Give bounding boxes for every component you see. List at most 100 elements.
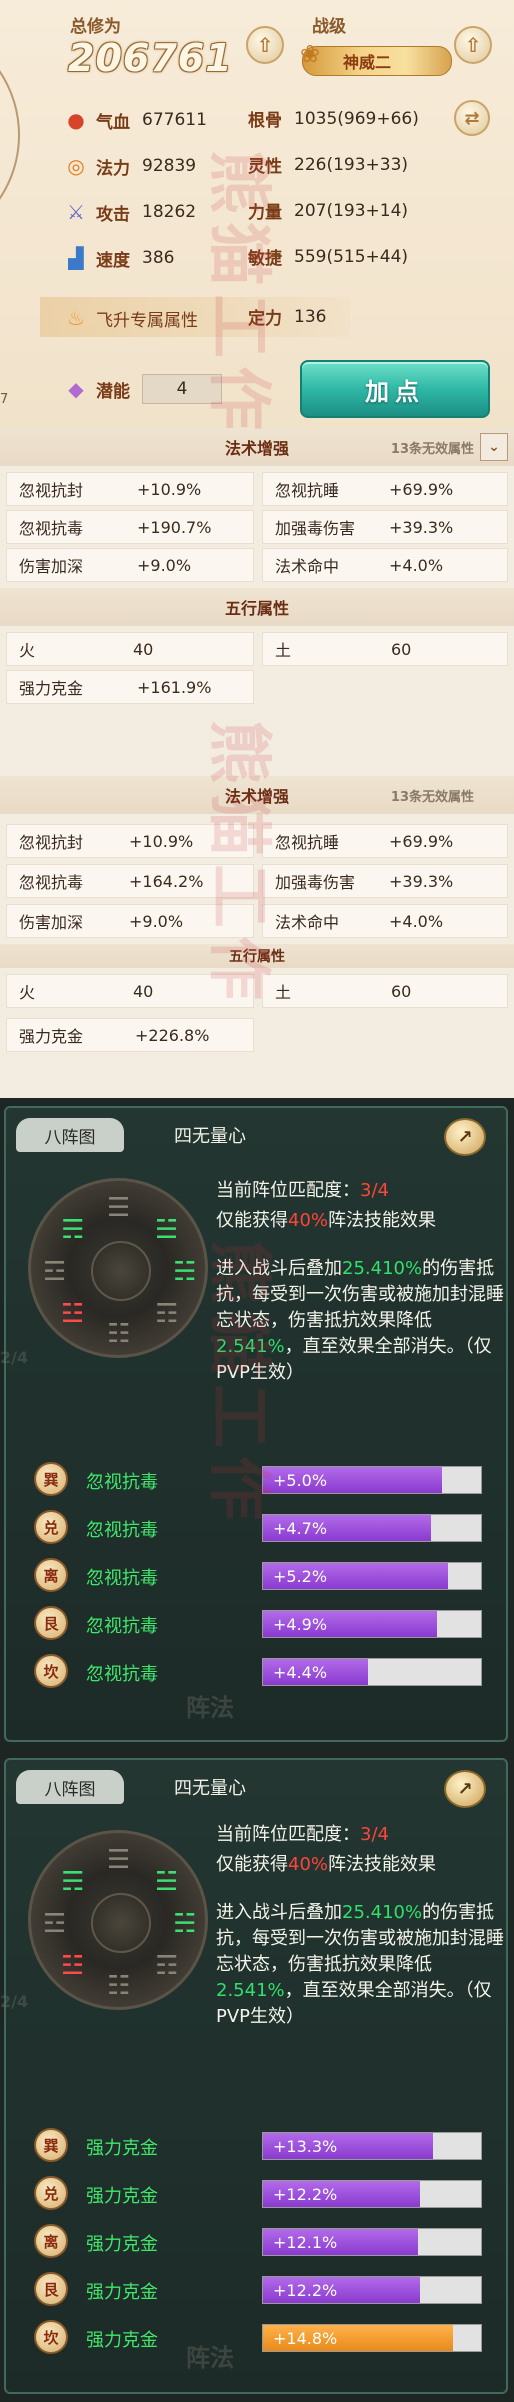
match-value: 3/4 — [360, 1180, 389, 1201]
share-button[interactable]: ↗ — [444, 1118, 486, 1156]
stat-value: 1035(969+66) — [294, 108, 419, 129]
potential-row: ◆ 潜能 4 — [62, 374, 222, 404]
stat-row-willpower: 定力 136 — [248, 304, 326, 330]
share-button[interactable]: ↗ — [444, 1770, 486, 1808]
trigram-icon: ☵ — [173, 1909, 197, 1939]
attr-key: 强力克金 — [19, 679, 84, 698]
stat-value: 386 — [142, 248, 175, 268]
upgrade-cultivation-button[interactable]: ⇧ — [246, 26, 284, 64]
trigram-icon: ☵ — [173, 1257, 197, 1287]
row-attr-name: 强力克金 — [86, 2282, 158, 2303]
bagua-core — [91, 1241, 151, 1301]
effect-pct: 40% — [288, 1854, 329, 1875]
share-arrow-icon: ↗ — [457, 1778, 473, 1800]
progress-text: +4.9% — [273, 1615, 328, 1634]
blood-drop-icon: ● — [67, 108, 85, 132]
match-degree-line: 当前阵位匹配度：3/4 — [216, 1178, 506, 1204]
attr-cell: 强力克金 +226.8% — [6, 1018, 254, 1052]
flame-icon: ♨ — [67, 306, 85, 330]
attr-value: +10.9% — [137, 479, 202, 499]
arrow-up-icon: ⇧ — [256, 33, 274, 57]
attr-value: +10.9% — [129, 831, 194, 851]
attr-value: +9.0% — [129, 911, 184, 931]
attr-key: 忽视抗封 — [19, 481, 84, 500]
formation-row: 兑强力克金 +12.2% — [34, 2174, 484, 2214]
character-stats-panel: 7 总修为 206761 ⇧ 战级 神威二 ❀ ⇧ ⇄ ● 气血 677611 … — [0, 0, 514, 428]
match-label: 当前阵位匹配度： — [216, 1180, 360, 1201]
add-points-button[interactable]: 加点 — [300, 360, 490, 418]
potential-label: 潜能 — [96, 381, 130, 402]
row-attr-name: 忽视抗毒 — [86, 1520, 158, 1541]
stat-row-agility: 敏捷 559(515+44) — [248, 244, 408, 270]
attr-key: 忽视抗睡 — [275, 833, 340, 852]
trigram-seal-icon: 艮 — [34, 1606, 68, 1640]
trigram-icon: ☲ — [43, 1257, 67, 1287]
attr-value: +4.0% — [389, 911, 444, 931]
five-elements-header: 五行属性 — [0, 944, 514, 968]
formation-row: 离忽视抗毒 +5.2% — [34, 1556, 484, 1596]
progress-bar: +13.3% — [262, 2132, 482, 2160]
stat-row-attack: ⚔ 攻击 18262 — [62, 198, 196, 226]
stat-row-ascension[interactable]: ♨ 飞升专属属性 — [62, 304, 210, 332]
attr-cell: 忽视抗毒 +190.7% — [6, 510, 254, 544]
attr-key: 忽视抗封 — [19, 833, 84, 852]
progress-bar: +12.2% — [262, 2276, 482, 2304]
effect-suffix: 阵法技能效果 — [328, 1210, 437, 1231]
trigram-icon: ☷ — [107, 1319, 131, 1349]
swap-arrows-icon: ⇄ — [464, 107, 480, 129]
attr-key: 加强毒伤害 — [275, 873, 356, 892]
formation-frame: 八阵图 四无量心 ↗ ☰ ☴ ☱ ☲ ☵ ☳ ☶ ☷ 当前阵位匹配度：3/4 仅… — [0, 1758, 508, 2394]
potential-gem-icon: ◆ — [68, 377, 84, 401]
trigram-icon: ☷ — [107, 1971, 131, 2001]
tab-bazhentu[interactable]: 八阵图 — [16, 1118, 124, 1152]
attr-cell: 伤害加深 +9.0% — [6, 904, 254, 938]
row-attr-name: 强力克金 — [86, 2138, 158, 2159]
upgrade-rank-button[interactable]: ⇧ — [454, 26, 492, 64]
stat-value: 677611 — [142, 110, 207, 130]
attr-value: +190.7% — [137, 517, 212, 537]
attr-cell: 伤害加深 +9.0% — [6, 548, 254, 582]
attr-cell: 土 60 — [262, 632, 508, 666]
mana-swirl-icon: ◎ — [67, 154, 85, 178]
section-title: 五行属性 — [224, 599, 289, 618]
arrow-up-icon: ⇧ — [464, 33, 482, 57]
attr-cell: 加强毒伤害 +39.3% — [262, 864, 508, 898]
attr-cell: 加强毒伤害 +39.3% — [262, 510, 508, 544]
total-cultivation-label: 总修为 — [70, 17, 121, 37]
chevron-down-icon[interactable]: ⌄ — [480, 433, 508, 461]
tab-bazhentu[interactable]: 八阵图 — [16, 1770, 124, 1804]
trigram-icon: ☶ — [155, 1299, 179, 1329]
row-attr-name: 强力克金 — [86, 2330, 158, 2351]
progress-bar: +12.2% — [262, 2180, 482, 2208]
trigram-seal-icon: 离 — [34, 2224, 68, 2258]
attr-key: 火 — [19, 641, 36, 660]
attr-value: +161.9% — [137, 677, 212, 697]
attr-key: 土 — [275, 983, 292, 1002]
ascension-attr-link[interactable]: 飞升专属属性 — [96, 306, 198, 331]
match-degree-line: 当前阵位匹配度：3/4 — [216, 1822, 506, 1848]
section-title: 法术增强 — [224, 439, 289, 458]
magic-enhance-header: 法术增强 13条无效属性 ⌄ — [0, 428, 514, 466]
section-title: 法术增强 — [224, 787, 289, 806]
swap-button[interactable]: ⇄ — [454, 100, 490, 136]
stat-value: 207(193+14) — [294, 200, 409, 221]
stat-label: 速度 — [96, 250, 130, 271]
attr-key: 法术命中 — [275, 557, 340, 576]
trigram-icon: ☶ — [155, 1951, 179, 1981]
stat-row-strength: 力量 207(193+14) — [248, 198, 409, 224]
attr-key: 火 — [19, 983, 36, 1002]
effect-ratio-line: 仅能获得40%阵法技能效果 — [216, 1852, 506, 1878]
attr-cell: 忽视抗封 +10.9% — [6, 824, 254, 858]
stat-value: 92839 — [142, 156, 197, 176]
boot-icon: ▟ — [68, 246, 84, 270]
progress-text: +5.2% — [273, 1567, 328, 1586]
progress-text: +4.4% — [273, 1663, 328, 1682]
trigram-icon: ☴ — [61, 1215, 85, 1245]
decorative-ring — [0, 20, 20, 250]
desc-text: 进入战斗后叠加 — [216, 1258, 342, 1279]
progress-bar: +12.1% — [262, 2228, 482, 2256]
formation-name: 四无量心 — [174, 1126, 246, 1147]
stat-label: 法力 — [96, 158, 130, 179]
attribute-panel-1: 法术增强 13条无效属性 ⌄ 忽视抗封 +10.9% 忽视抗睡 +69.9% 忽视抗… — [0, 428, 514, 756]
row-attr-name: 强力克金 — [86, 2186, 158, 2207]
